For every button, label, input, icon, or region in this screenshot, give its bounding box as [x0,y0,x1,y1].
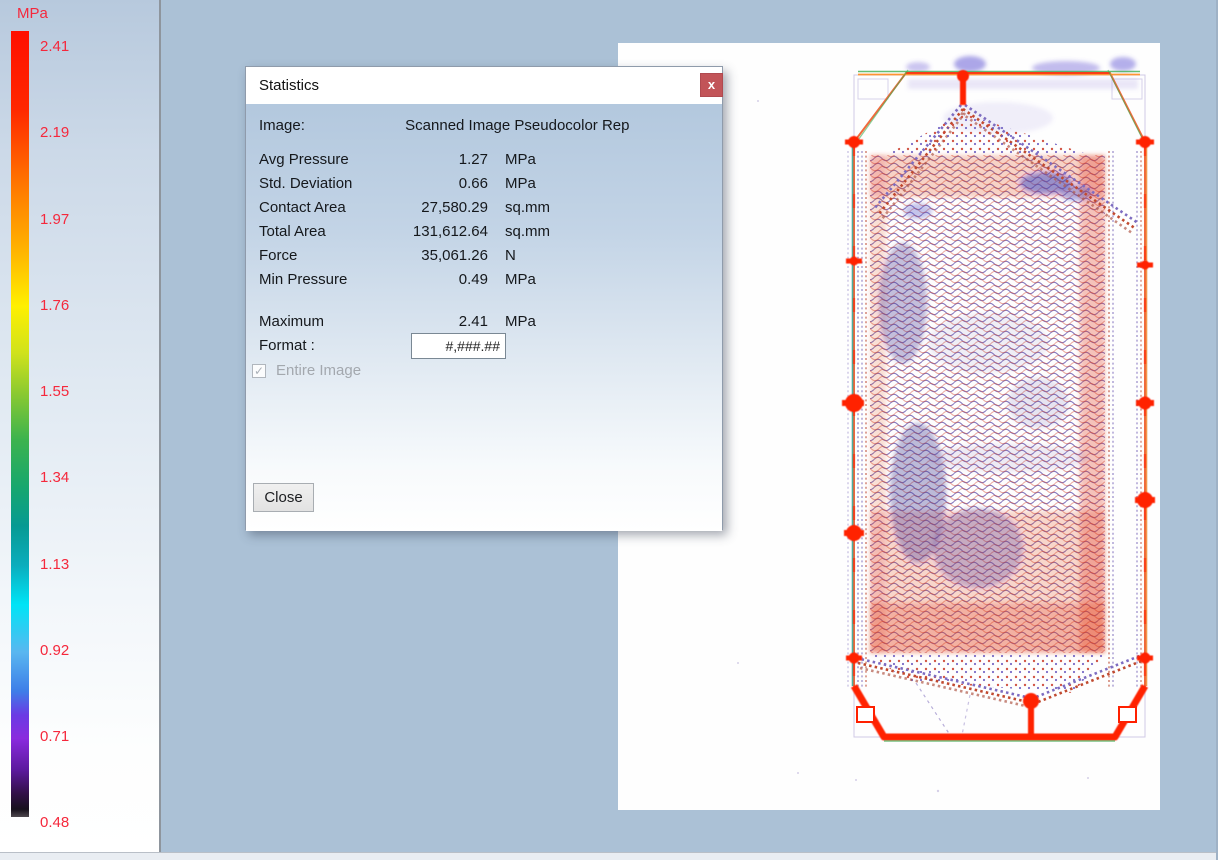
dialog-body: Image: Scanned Image Pseudocolor Rep Avg… [246,104,722,531]
entire-image-label: Entire Image [276,362,361,379]
stat-label: Maximum [259,312,399,332]
stat-value: 131,612.64 [399,222,488,242]
scale-tick: 2.19 [40,124,69,142]
statistics-dialog: Statistics x Image: Scanned Image Pseudo… [245,66,723,530]
scale-tick: 0.92 [40,642,69,660]
color-scale-panel: MPa 2.41 2.19 1.97 1.76 1.55 1.34 1.13 0… [0,0,161,852]
stat-label: Force [259,246,399,266]
entire-image-row: ✓ Entire Image [252,364,452,380]
format-label: Format : [259,336,399,356]
stat-label: Std. Deviation [259,174,399,194]
format-row: Format : [259,336,699,356]
scale-tick: 1.55 [40,383,69,401]
stat-row: Total Area131,612.64 sq.mm [259,222,699,242]
pressure-unit-label: MPa [17,5,48,22]
stat-unit: MPa [505,270,536,290]
scale-tick: 2.41 [40,38,69,56]
stat-unit: MPa [505,150,536,170]
stat-value: 0.49 [399,270,488,290]
stat-unit: sq.mm [505,222,550,242]
stat-row: Avg Pressure1.27 MPa [259,150,699,170]
stat-value: 1.27 [399,150,488,170]
stat-unit: MPa [505,174,536,194]
window-bottom-strip [0,852,1218,860]
scale-tick: 1.76 [40,297,69,315]
scale-tick: 1.97 [40,211,69,229]
stat-value: 0.66 [399,174,488,194]
scale-tick: 0.71 [40,728,69,746]
format-input[interactable] [411,333,506,359]
stat-label: Avg Pressure [259,150,399,170]
stat-row: Min Pressure0.49 MPa [259,270,699,290]
stat-row: Contact Area27,580.29 sq.mm [259,198,699,218]
entire-image-checkbox: ✓ [252,364,266,378]
stat-row-maximum: Maximum2.41 MPa [259,312,699,332]
dialog-titlebar[interactable]: Statistics x [246,67,722,104]
stat-value: 2.41 [399,312,488,332]
scale-tick: 1.13 [40,556,69,574]
stat-row-image: Image: Scanned Image Pseudocolor Rep [259,116,699,136]
stat-value: Scanned Image Pseudocolor Rep [405,116,629,136]
dialog-title: Statistics [259,67,319,104]
stat-label: Total Area [259,222,399,242]
stat-label: Image: [259,116,399,136]
app-window: MPa 2.41 2.19 1.97 1.76 1.55 1.34 1.13 0… [0,0,1218,860]
stat-unit: MPa [505,312,536,332]
close-icon[interactable]: x [700,73,723,97]
scale-tick: 1.34 [40,469,69,487]
stat-label: Contact Area [259,198,399,218]
stat-row: Force35,061.26 N [259,246,699,266]
close-button[interactable]: Close [253,483,314,512]
stat-value: 27,580.29 [399,198,488,218]
colorbar-gradient [11,31,29,817]
stat-value: 35,061.26 [399,246,488,266]
stat-unit: sq.mm [505,198,550,218]
stat-unit: N [505,246,516,266]
scale-tick: 0.48 [40,814,69,832]
stat-row: Std. Deviation0.66 MPa [259,174,699,194]
stat-label: Min Pressure [259,270,399,290]
